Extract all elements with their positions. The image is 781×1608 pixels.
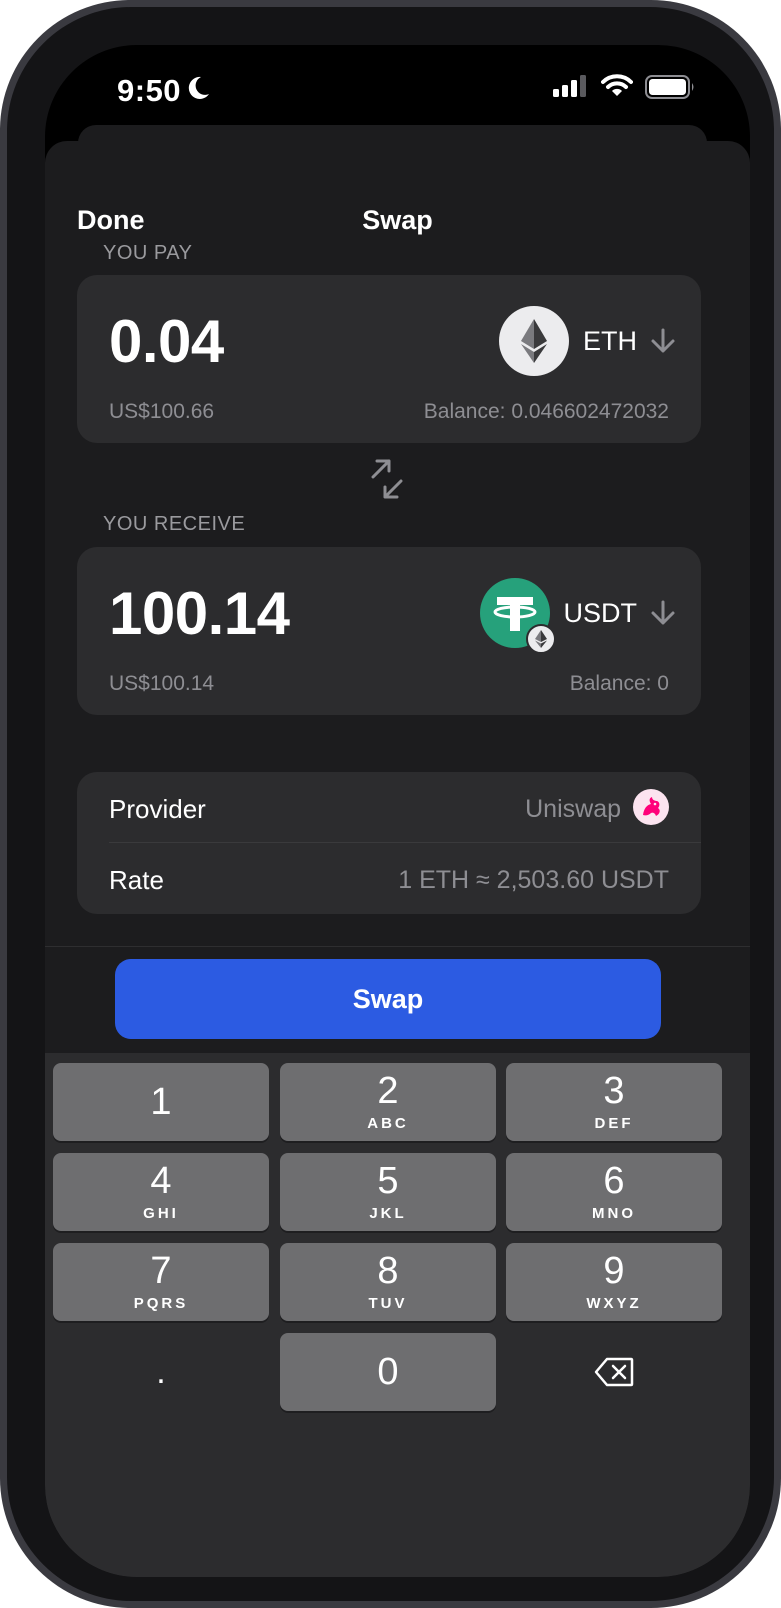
receive-card: 100.14 USDT US$100.14 Balance: 0	[77, 547, 701, 715]
arrow-down-icon	[651, 328, 675, 353]
you-pay-label: YOU PAY	[103, 242, 193, 264]
key-number: 7	[150, 1250, 172, 1292]
battery-icon	[645, 75, 694, 99]
pay-fiat-value: US$100.66	[109, 400, 215, 423]
backspace-icon	[594, 1357, 634, 1387]
screen: 9:50 Swap Done YOU PAY 0.04 ETH US$100.6…	[45, 45, 750, 1577]
pay-balance: Balance: 0.046602472032	[423, 400, 669, 423]
key-number: 1	[150, 1081, 172, 1123]
key-decimal[interactable]: .	[53, 1333, 269, 1411]
rate-value: 1 ETH ≈ 2,503.60 USDT	[398, 866, 669, 894]
key-number: 3	[603, 1070, 625, 1112]
key-letters: GHI	[143, 1205, 179, 1222]
receive-fiat-value: US$100.14	[109, 672, 215, 695]
page-title: Swap	[362, 205, 433, 235]
key-letters: PQRS	[133, 1295, 189, 1312]
receive-balance: Balance: 0	[569, 672, 669, 695]
provider-label: Provider	[109, 794, 206, 824]
eth-token-icon	[499, 306, 569, 376]
key-letters: DEF	[594, 1115, 634, 1132]
wifi-icon	[601, 74, 633, 96]
rate-row: Rate 1 ETH ≈ 2,503.60 USDT	[77, 843, 701, 913]
swap-sheet: Swap Done YOU PAY 0.04 ETH US$100.66 Bal…	[45, 141, 750, 1577]
eth-network-badge-icon	[525, 624, 556, 654]
moon-icon	[188, 76, 209, 99]
provider-value: Uniswap	[525, 795, 621, 823]
key-3[interactable]: 3 DEF	[506, 1063, 722, 1141]
key-0[interactable]: 0	[280, 1333, 496, 1411]
swap-details-card: Provider Uniswap Rate 1 ETH ≈ 2,503.60 U…	[77, 772, 701, 914]
key-number: 9	[603, 1250, 625, 1292]
status-time: 9:50	[117, 73, 182, 108]
key-letters: MNO	[592, 1205, 636, 1222]
eth-logo-icon	[521, 319, 547, 363]
key-5[interactable]: 5 JKL	[280, 1153, 496, 1231]
divider	[45, 946, 750, 947]
key-letters: ABC	[367, 1115, 409, 1132]
arrow-down-icon	[651, 600, 675, 625]
key-4[interactable]: 4 GHI	[53, 1153, 269, 1231]
key-8[interactable]: 8 TUV	[280, 1243, 496, 1321]
key-6[interactable]: 6 MNO	[506, 1153, 722, 1231]
key-number: 2	[377, 1070, 399, 1112]
key-1[interactable]: 1	[53, 1063, 269, 1141]
receive-token-symbol: USDT	[563, 597, 638, 628]
key-dot-label: .	[156, 1352, 166, 1391]
phone-frame: 9:50 Swap Done YOU PAY 0.04 ETH US$100.6…	[0, 0, 781, 1608]
pay-amount[interactable]: 0.04	[109, 307, 224, 376]
numeric-keypad: 1 2 ABC 3 DEF 4 GHI 5 JKL 6 MNO 7 PQRS 8…	[45, 1053, 750, 1577]
key-letters: WXYZ	[586, 1295, 642, 1312]
you-receive-label: YOU RECEIVE	[103, 513, 246, 535]
pay-token-symbol: ETH	[583, 325, 637, 356]
key-2[interactable]: 2 ABC	[280, 1063, 496, 1141]
key-number: 8	[377, 1250, 399, 1292]
receive-token-selector[interactable]: USDT	[479, 577, 678, 654]
key-7[interactable]: 7 PQRS	[53, 1243, 269, 1321]
signal-icon	[553, 75, 586, 97]
phone-bezel: 9:50 Swap Done YOU PAY 0.04 ETH US$100.6…	[7, 7, 774, 1601]
rate-label: Rate	[109, 865, 164, 895]
key-number: 5	[377, 1160, 399, 1202]
key-number: 4	[150, 1160, 172, 1202]
key-letters: TUV	[368, 1295, 408, 1312]
usdt-token-icon	[479, 578, 556, 654]
key-number: 6	[603, 1160, 625, 1202]
swap-direction-icon[interactable]	[367, 459, 407, 499]
pay-card[interactable]: 0.04 ETH US$100.66 Balance: 0.0466024720…	[77, 275, 701, 443]
pay-token-selector[interactable]: ETH	[499, 305, 677, 377]
key-9[interactable]: 9 WXYZ	[506, 1243, 722, 1321]
key-letters: JKL	[369, 1205, 407, 1222]
done-button[interactable]: Done	[77, 205, 145, 236]
key-number: 0	[377, 1351, 399, 1393]
swap-button[interactable]: Swap	[115, 959, 661, 1039]
provider-row[interactable]: Provider Uniswap	[77, 772, 701, 843]
receive-amount: 100.14	[109, 580, 290, 647]
uniswap-logo-icon	[633, 789, 669, 825]
key-backspace[interactable]	[506, 1333, 722, 1411]
